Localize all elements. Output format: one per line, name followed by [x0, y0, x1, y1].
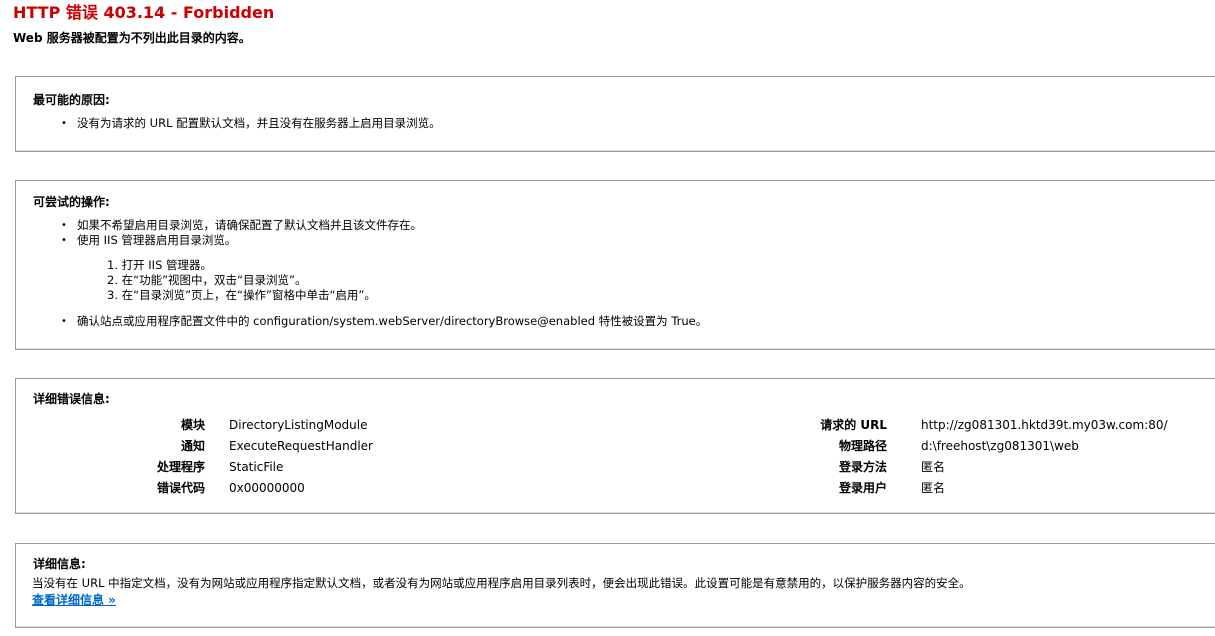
page-subtitle: Web 服务器被配置为不列出此目录的内容。 [13, 31, 251, 45]
action-item: 确认站点或应用程序配置文件中的 configuration/system.web… [77, 314, 708, 328]
error-details-section: 详细错误信息: 模块 DirectoryListingModule 通知 Exe… [15, 378, 1215, 514]
bullet-icon: • [61, 235, 67, 246]
bullet-icon: • [61, 220, 67, 231]
detail-value-logon-user: 匿名 [921, 481, 946, 495]
actions-section: 可尝试的操作: • 如果不希望启用目录浏览，请确保配置了默认文档并且该文件存在。… [15, 180, 1215, 350]
detail-label-handler: 处理程序 [156, 460, 205, 474]
action-step: 1. 打开 IIS 管理器。 [107, 258, 213, 272]
causes-heading: 最可能的原因: [33, 93, 110, 107]
error-page: HTTP 错误 403.14 - Forbidden Web 服务器被配置为不列… [0, 0, 1215, 636]
page-title: HTTP 错误 403.14 - Forbidden [13, 3, 275, 22]
detail-value-handler: StaticFile [229, 460, 284, 474]
view-more-info-link[interactable]: 查看详细信息 » [32, 591, 116, 608]
detail-label-physical-path: 物理路径 [838, 439, 887, 453]
action-step: 2. 在“功能”视图中，双击“目录浏览”。 [107, 273, 307, 287]
more-info-section: 详细信息: 当没有在 URL 中指定文档，没有为网站或应用程序指定默认文档，或者… [15, 543, 1215, 628]
detail-value-module: DirectoryListingModule [229, 418, 368, 432]
detail-label-logon-user: 登录用户 [838, 481, 887, 495]
detail-value-request-url: http://zg081301.hktd39t.my03w.com:80/ [921, 418, 1168, 432]
more-info-heading: 详细信息: [33, 557, 86, 571]
action-step: 3. 在“目录浏览”页上，在“操作”窗格中单击“启用”。 [107, 288, 376, 302]
bullet-icon: • [61, 118, 67, 129]
detail-label-error-code: 错误代码 [156, 481, 205, 495]
detail-label-module: 模块 [180, 418, 205, 432]
details-heading: 详细错误信息: [33, 392, 110, 406]
detail-label-request-url: 请求的 URL [820, 418, 887, 432]
detail-label-notification: 通知 [180, 439, 205, 453]
detail-value-physical-path: d:\freehost\zg081301\web [921, 439, 1079, 453]
cause-item: 没有为请求的 URL 配置默认文档，并且没有在服务器上启用目录浏览。 [77, 116, 441, 130]
detail-value-notification: ExecuteRequestHandler [229, 439, 373, 453]
bullet-icon: • [61, 316, 67, 327]
causes-section: 最可能的原因: • 没有为请求的 URL 配置默认文档，并且没有在服务器上启用目… [15, 76, 1215, 152]
detail-label-logon-method: 登录方法 [838, 460, 887, 474]
action-item: 使用 IIS 管理器启用目录浏览。 [77, 233, 237, 247]
action-item: 如果不希望启用目录浏览，请确保配置了默认文档并且该文件存在。 [77, 218, 422, 232]
detail-value-logon-method: 匿名 [921, 460, 946, 474]
more-info-text: 当没有在 URL 中指定文档，没有为网站或应用程序指定默认文档，或者没有为网站或… [32, 576, 971, 590]
actions-heading: 可尝试的操作: [33, 195, 110, 209]
detail-value-error-code: 0x00000000 [229, 481, 305, 495]
